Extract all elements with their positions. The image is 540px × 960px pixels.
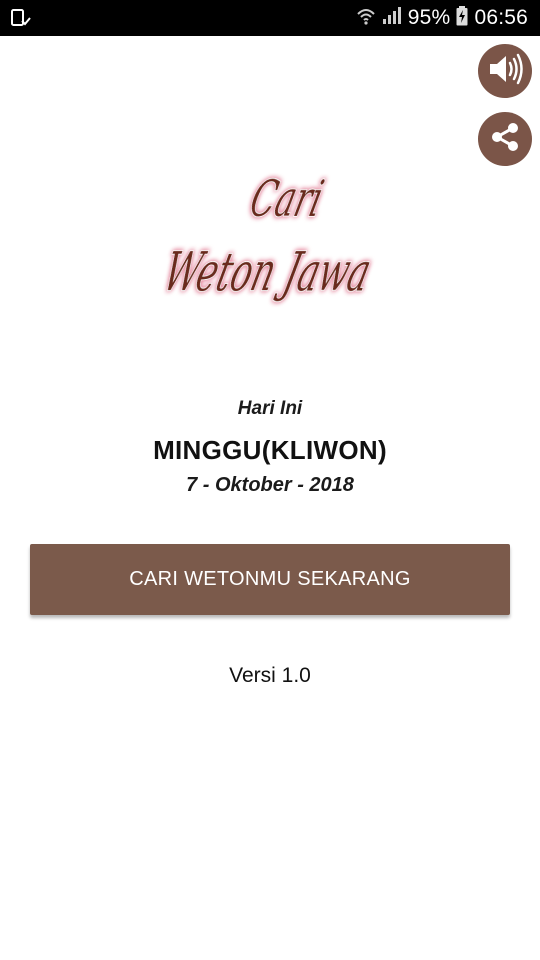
today-label: Hari Ini [237, 398, 303, 419]
notification-icon [10, 8, 32, 28]
wifi-icon [356, 6, 376, 31]
date-text: 7 - Oktober - 2018 [186, 474, 354, 496]
find-weton-button-label: CARI WETONMU SEKARANG [129, 568, 411, 590]
svg-text:Cari: Cari [245, 170, 329, 228]
sound-toggle-button[interactable] [478, 44, 532, 98]
day-name: MINGGU(KLIWON) [153, 435, 387, 465]
status-icons: 95% 06:56 [356, 0, 528, 36]
version-label: Versi 1.0 [229, 664, 311, 687]
app-logo: Cari Weton Jawa [150, 150, 390, 310]
svg-text:Weton Jawa: Weton Jawa [158, 240, 378, 303]
app-screen: 95% 06:56 Cari Weton Jawa Hari Ini MINGG… [0, 0, 540, 960]
status-bar: 95% 06:56 [0, 0, 540, 36]
share-icon [488, 120, 522, 159]
clock: 06:56 [474, 6, 528, 29]
find-weton-button[interactable]: CARI WETONMU SEKARANG [30, 544, 510, 615]
battery-icon [456, 5, 468, 31]
speaker-icon [485, 49, 525, 94]
signal-icon [382, 6, 402, 31]
share-button[interactable] [478, 112, 532, 166]
battery-percent: 95% [407, 6, 451, 29]
